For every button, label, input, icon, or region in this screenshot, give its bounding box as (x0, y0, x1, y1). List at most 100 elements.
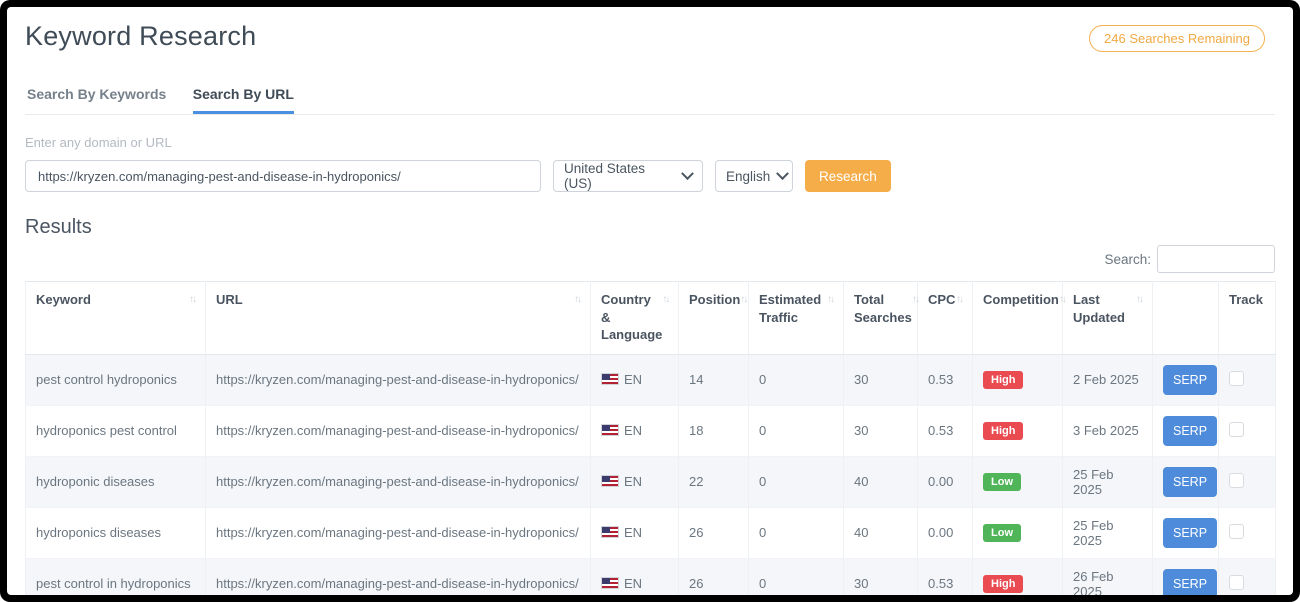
column-header-total-searches[interactable]: Total Searches↑↓ (844, 282, 918, 355)
estimated-traffic-cell: 0 (749, 507, 844, 558)
sort-icon: ↑↓ (1136, 291, 1142, 307)
last-updated-cell: 25 Feb 2025 (1063, 456, 1153, 507)
keyword-cell: hydroponic diseases (26, 456, 206, 507)
estimated-traffic-cell: 0 (749, 456, 844, 507)
track-checkbox[interactable] (1229, 422, 1244, 437)
sort-icon: ↑↓ (912, 291, 918, 307)
column-header-country-language[interactable]: Country & Language↑↓ (591, 282, 679, 355)
estimated-traffic-cell: 0 (749, 354, 844, 405)
total-searches-cell: 40 (844, 507, 918, 558)
country-cell: EN (591, 507, 679, 558)
country-select[interactable]: United States (US) (553, 160, 703, 192)
url-cell: https://kryzen.com/managing-pest-and-dis… (206, 507, 591, 558)
competition-cell: High (973, 354, 1063, 405)
estimated-traffic-cell: 0 (749, 558, 844, 595)
us-flag-icon (601, 424, 619, 436)
total-searches-cell: 30 (844, 558, 918, 595)
serp-cell: SERP (1153, 507, 1219, 558)
tab-search-by-url[interactable]: Search By URL (193, 86, 294, 114)
chevron-down-icon (681, 167, 694, 180)
sort-icon: ↑↓ (827, 291, 833, 307)
column-header-serp (1153, 282, 1219, 355)
cpc-cell: 0.53 (918, 558, 973, 595)
table-row: hydroponic diseases https://kryzen.com/m… (26, 456, 1276, 507)
column-header-url[interactable]: URL↑↓ (206, 282, 591, 355)
sort-icon: ↑↓ (956, 291, 962, 307)
position-cell: 22 (679, 456, 749, 507)
position-cell: 26 (679, 558, 749, 595)
us-flag-icon (601, 475, 619, 487)
table-row: hydroponics pest control https://kryzen.… (26, 405, 1276, 456)
keyword-cell: hydroponics pest control (26, 405, 206, 456)
page-title: Keyword Research (25, 21, 256, 52)
url-input[interactable] (25, 160, 541, 192)
cpc-cell: 0.53 (918, 405, 973, 456)
country-cell: EN (591, 456, 679, 507)
last-updated-cell: 2 Feb 2025 (1063, 354, 1153, 405)
results-heading: Results (25, 216, 1275, 239)
cpc-cell: 0.00 (918, 456, 973, 507)
competition-badge: High (983, 422, 1023, 440)
sort-icon: ↑↓ (189, 291, 195, 307)
column-header-keyword[interactable]: Keyword↑↓ (26, 282, 206, 355)
serp-button[interactable]: SERP (1163, 569, 1217, 595)
us-flag-icon (601, 373, 619, 385)
table-search-row: Search: (25, 245, 1275, 273)
url-cell: https://kryzen.com/managing-pest-and-dis… (206, 456, 591, 507)
column-header-cpc[interactable]: CPC↑↓ (918, 282, 973, 355)
competition-badge: High (983, 371, 1023, 389)
research-button[interactable]: Research (805, 160, 891, 192)
column-header-track: Track (1219, 282, 1276, 355)
cpc-cell: 0.00 (918, 507, 973, 558)
serp-cell: SERP (1153, 405, 1219, 456)
results-table: Keyword↑↓ URL↑↓ Country & Language↑↓ Pos… (25, 281, 1276, 595)
serp-button[interactable]: SERP (1163, 365, 1217, 395)
cpc-cell: 0.53 (918, 354, 973, 405)
tab-search-by-keywords[interactable]: Search By Keywords (27, 86, 166, 114)
sort-icon: ↑↓ (662, 291, 668, 307)
column-header-last-updated[interactable]: Last Updated↑↓ (1063, 282, 1153, 355)
sort-icon: ↑↓ (574, 291, 580, 307)
sort-icon: ↑↓ (740, 291, 746, 307)
results-table-body: pest control hydroponics https://kryzen.… (26, 354, 1276, 595)
competition-cell: Low (973, 456, 1063, 507)
serp-button[interactable]: SERP (1163, 467, 1217, 497)
track-checkbox[interactable] (1229, 524, 1244, 539)
track-cell (1219, 507, 1276, 558)
track-cell (1219, 456, 1276, 507)
column-header-estimated-traffic[interactable]: Estimated Traffic↑↓ (749, 282, 844, 355)
serp-button[interactable]: SERP (1163, 518, 1217, 548)
url-cell: https://kryzen.com/managing-pest-and-dis… (206, 354, 591, 405)
position-cell: 26 (679, 507, 749, 558)
searches-remaining-badge: 246 Searches Remaining (1089, 25, 1265, 52)
serp-button[interactable]: SERP (1163, 416, 1217, 446)
table-row: pest control hydroponics https://kryzen.… (26, 354, 1276, 405)
track-cell (1219, 354, 1276, 405)
tab-bar: Search By Keywords Search By URL (25, 86, 1275, 115)
estimated-traffic-cell: 0 (749, 405, 844, 456)
total-searches-cell: 30 (844, 354, 918, 405)
keyword-cell: hydroponics diseases (26, 507, 206, 558)
column-header-position[interactable]: Position↑↓ (679, 282, 749, 355)
country-select-value: United States (US) (564, 161, 675, 191)
track-checkbox[interactable] (1229, 473, 1244, 488)
chevron-down-icon (776, 167, 789, 180)
language-select-value: English (726, 169, 770, 184)
table-row: hydroponics diseases https://kryzen.com/… (26, 507, 1276, 558)
us-flag-icon (601, 577, 619, 589)
table-search-input[interactable] (1157, 245, 1275, 273)
language-select[interactable]: English (715, 160, 793, 192)
last-updated-cell: 3 Feb 2025 (1063, 405, 1153, 456)
position-cell: 14 (679, 354, 749, 405)
track-checkbox[interactable] (1229, 371, 1244, 386)
column-header-competition[interactable]: Competition↑↓ (973, 282, 1063, 355)
total-searches-cell: 30 (844, 405, 918, 456)
sort-icon: ↑↓ (1059, 291, 1065, 307)
country-cell: EN (591, 405, 679, 456)
serp-cell: SERP (1153, 354, 1219, 405)
screenshot-frame: Keyword Research 246 Searches Remaining … (0, 0, 1300, 602)
track-checkbox[interactable] (1229, 575, 1244, 590)
us-flag-icon (601, 526, 619, 538)
competition-cell: High (973, 558, 1063, 595)
url-input-label: Enter any domain or URL (25, 135, 1275, 150)
